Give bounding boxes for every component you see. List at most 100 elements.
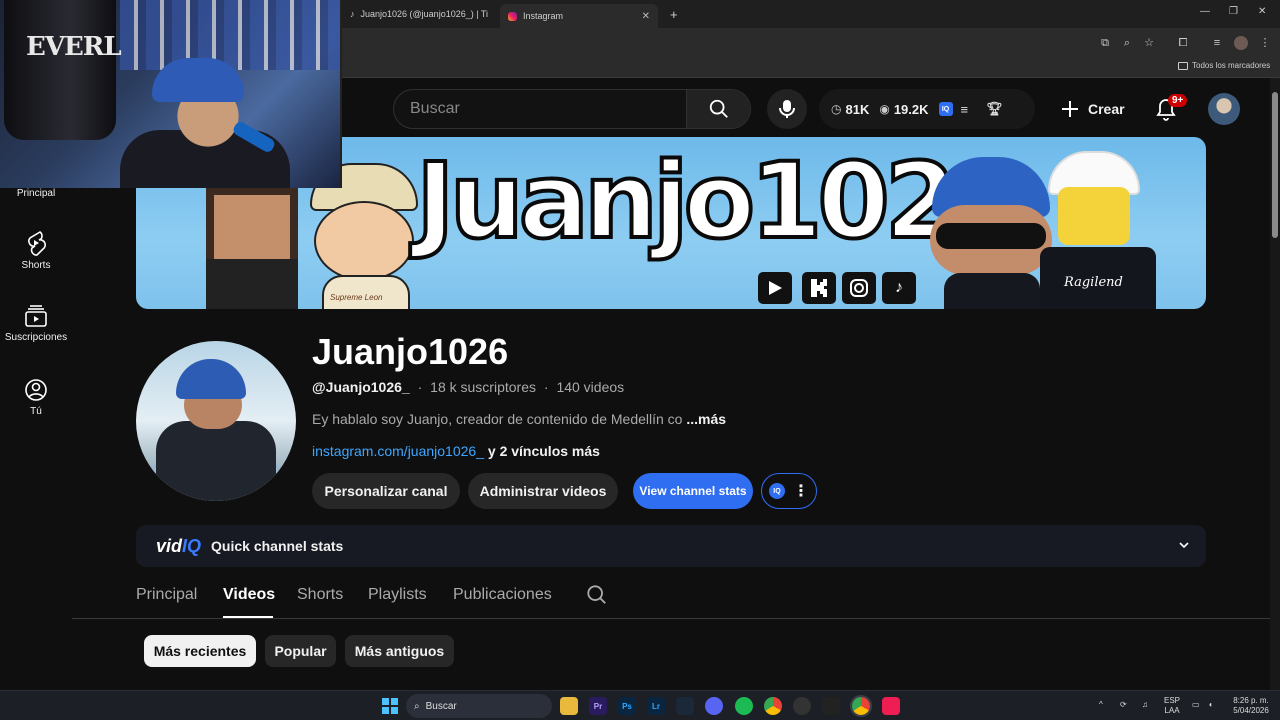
- bookmarks-label: Todos los marcadores: [1192, 61, 1271, 70]
- cartoon-shirt-text: Supreme Leon: [330, 293, 383, 302]
- app-label: Ps: [622, 701, 632, 711]
- mic-icon[interactable]: ♫: [1142, 700, 1148, 710]
- photoshop-icon[interactable]: Ps: [618, 697, 636, 715]
- search-input[interactable]: [394, 90, 688, 128]
- vidiq-icon[interactable]: IQ: [938, 102, 953, 116]
- close-window-icon[interactable]: ✕: [1258, 6, 1266, 17]
- tab-videos[interactable]: Videos: [223, 586, 275, 604]
- youtube-icon: [758, 272, 792, 304]
- search-button[interactable]: [686, 90, 750, 128]
- vidiq-quick-stats-bar[interactable]: vidIQ Quick channel stats: [136, 525, 1206, 567]
- chrome-icon[interactable]: [764, 697, 782, 715]
- channel-avatar[interactable]: [136, 341, 296, 501]
- windows-start-icon[interactable]: [382, 698, 398, 714]
- punching-bag-text: EVERL: [26, 32, 122, 62]
- taskbar-search[interactable]: ⌕ Buscar: [406, 694, 552, 718]
- vidiq-icon: IQ: [769, 483, 785, 499]
- more-link[interactable]: ...más: [686, 411, 726, 427]
- more-links[interactable]: y 2 vínculos más: [488, 443, 600, 459]
- list-icon[interactable]: ≡: [961, 102, 969, 117]
- zoom-icon[interactable]: ⌕: [1120, 36, 1134, 50]
- vidiq-menu-button[interactable]: IQ ⋮: [761, 473, 817, 509]
- eye-icon: ◉: [879, 102, 890, 116]
- channel-name: Juanjo1026: [312, 331, 509, 372]
- search-icon: [709, 99, 728, 118]
- monitor-icon[interactable]: ▭: [1192, 700, 1200, 710]
- create-button[interactable]: Crear: [1058, 89, 1146, 129]
- voice-search-button[interactable]: [767, 89, 807, 129]
- sync-icon[interactable]: ⟳: [1120, 700, 1127, 710]
- tab-publicaciones[interactable]: Publicaciones: [453, 586, 552, 604]
- channel-description[interactable]: Ey hablalo soy Juanjo, creador de conten…: [312, 411, 726, 427]
- chevron-up-icon[interactable]: ^: [1099, 700, 1103, 710]
- menu-dots-icon[interactable]: ⋮: [1258, 36, 1272, 50]
- sidebar-item-label: Principal: [16, 188, 56, 199]
- search-box[interactable]: [393, 89, 751, 129]
- sidebar-item-principal[interactable]: Principal: [0, 188, 72, 199]
- funko-figure-image: [926, 157, 1056, 309]
- clock-icon: ◷: [831, 102, 842, 116]
- extensions-icon[interactable]: ⧠: [1176, 36, 1190, 50]
- folder-icon: [1178, 61, 1188, 70]
- vidiq-logo-vid: vid: [156, 535, 183, 556]
- tab-playlists[interactable]: Playlists: [368, 586, 427, 604]
- channel-links: instagram.com/juanjo1026_ y 2 vínculos m…: [312, 443, 600, 459]
- sidebar-item-you[interactable]: Tú: [0, 378, 72, 417]
- file-explorer-icon[interactable]: [560, 697, 578, 715]
- button-label: Personalizar canal: [324, 483, 448, 499]
- chip-popular[interactable]: Popular: [265, 635, 336, 667]
- volume-icon[interactable]: ◖: [1208, 700, 1213, 710]
- browser-tab-instagram[interactable]: Instagram ✕: [500, 4, 658, 28]
- customize-channel-button[interactable]: Personalizar canal: [312, 473, 460, 509]
- instagram-link[interactable]: instagram.com/juanjo1026_: [312, 443, 484, 459]
- chevron-down-icon[interactable]: [1178, 539, 1190, 551]
- all-bookmarks[interactable]: Todos los marcadores: [1178, 61, 1270, 70]
- tab-principal[interactable]: Principal: [136, 586, 197, 604]
- premiere-icon[interactable]: Pr: [589, 697, 607, 715]
- sidebar-item-subscriptions[interactable]: Suscripciones: [0, 304, 72, 343]
- clock[interactable]: 8:26 p. m. 5/04/2026: [1228, 696, 1274, 716]
- notification-badge: 9+: [1168, 94, 1188, 107]
- shorts-icon: [28, 231, 46, 256]
- view-channel-stats-button[interactable]: View channel stats: [633, 473, 753, 509]
- spotify-icon[interactable]: [735, 697, 753, 715]
- scrollbar[interactable]: [1270, 78, 1280, 690]
- language-indicator[interactable]: ESP LAA: [1164, 696, 1180, 716]
- tab-title: Juanjo1026 (@juanjo1026_) | Ti: [360, 9, 489, 19]
- tab-shorts[interactable]: Shorts: [297, 586, 343, 604]
- create-label: Crear: [1088, 101, 1125, 117]
- instagram-icon: [508, 11, 517, 21]
- lightroom-icon[interactable]: Lr: [647, 697, 665, 715]
- discord-icon[interactable]: [705, 697, 723, 715]
- chrome-active-icon[interactable]: [850, 695, 872, 717]
- browser-tab-tiktok[interactable]: ♪ Juanjo1026 (@juanjo1026_) | Ti ✕: [342, 4, 508, 24]
- description-text: Ey hablalo soy Juanjo, creador de conten…: [312, 411, 683, 427]
- steam-icon[interactable]: [676, 697, 694, 715]
- taskbar-search-label: Buscar: [425, 700, 457, 712]
- close-icon[interactable]: ✕: [642, 11, 650, 22]
- install-icon[interactable]: ⧉: [1098, 36, 1112, 50]
- chip-oldest[interactable]: Más antiguos: [345, 635, 454, 667]
- chip-most-recent[interactable]: Más recientes: [144, 635, 256, 667]
- separator: ·: [543, 379, 549, 395]
- vidiq-header-stats[interactable]: ◷ 81K ◉ 19.2K IQ ≡ 🏆︎: [819, 89, 1035, 129]
- tiktok-icon: ♪: [882, 272, 916, 304]
- new-tab-button[interactable]: +: [662, 4, 686, 24]
- star-icon[interactable]: ☆: [1142, 36, 1156, 50]
- webcam-overlay: EVERL: [0, 0, 342, 188]
- notifications-button[interactable]: 9+: [1154, 94, 1188, 122]
- profile-icon[interactable]: [1234, 36, 1248, 50]
- search-icon[interactable]: [586, 584, 608, 606]
- account-avatar[interactable]: [1208, 93, 1240, 125]
- media-icon[interactable]: ≡: [1210, 36, 1224, 50]
- views-stat: 19.2K: [893, 101, 929, 117]
- maximize-icon[interactable]: ❐: [1229, 6, 1238, 17]
- trophy-icon[interactable]: 🏆︎: [986, 101, 1003, 117]
- obs-icon[interactable]: [793, 697, 811, 715]
- scrollbar-thumb[interactable]: [1272, 92, 1278, 238]
- minimize-icon[interactable]: —: [1200, 6, 1210, 17]
- tiktok-icon[interactable]: [882, 697, 900, 715]
- sidebar-item-shorts[interactable]: Shorts: [0, 230, 72, 271]
- manage-videos-button[interactable]: Administrar videos: [468, 473, 618, 509]
- app-icon[interactable]: [822, 697, 840, 715]
